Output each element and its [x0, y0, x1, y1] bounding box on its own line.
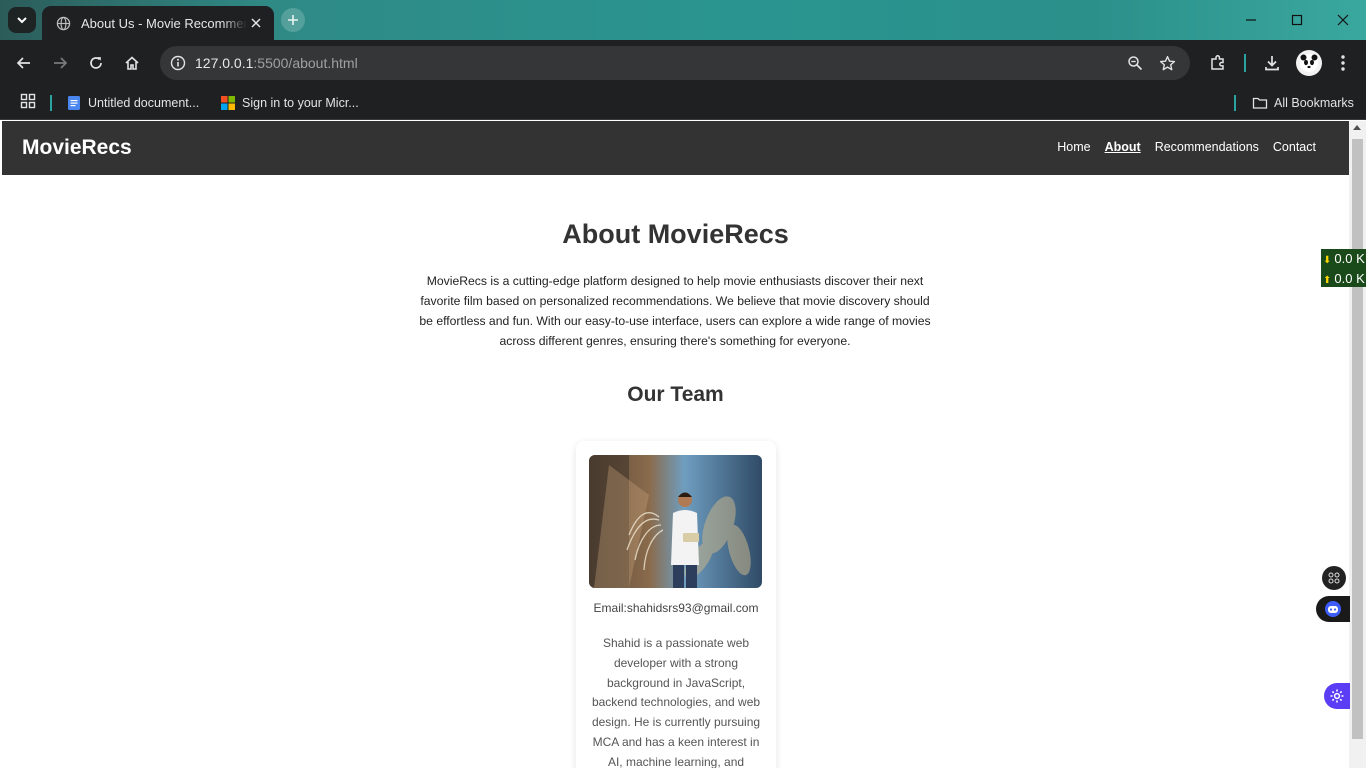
- bookmark-star-button[interactable]: [1156, 52, 1178, 74]
- download-rate: 0.0 K: [1334, 251, 1365, 266]
- info-icon: [170, 55, 186, 71]
- menu-dots-icon: [1341, 55, 1345, 71]
- reload-button[interactable]: [84, 51, 108, 75]
- close-icon: [251, 18, 261, 28]
- scroll-thumb[interactable]: [1352, 139, 1363, 739]
- nav-link-recommendations[interactable]: Recommendations: [1155, 140, 1259, 154]
- upload-rate-row: ⬆ 0.0 K: [1323, 270, 1366, 287]
- bookmark-label: Sign in to your Micr...: [242, 96, 359, 110]
- site-header: MovieRecs Home About Recommendations Con…: [2, 121, 1349, 175]
- site-nav: Home About Recommendations Contact: [1057, 140, 1316, 154]
- back-button[interactable]: [12, 51, 36, 75]
- download-rate-row: ⬇ 0.0 K: [1323, 250, 1366, 270]
- url-text: 127.0.0.1:5500/about.html: [195, 55, 358, 71]
- minimize-button[interactable]: [1228, 0, 1274, 40]
- nav-link-home[interactable]: Home: [1057, 140, 1090, 154]
- microsoft-icon: [221, 96, 235, 110]
- star-icon: [1159, 55, 1175, 70]
- site-info-button[interactable]: [166, 51, 190, 75]
- bookmark-microsoft-signin[interactable]: Sign in to your Micr...: [220, 92, 359, 114]
- new-tab-button[interactable]: [281, 8, 305, 32]
- apps-grid-icon[interactable]: [20, 93, 36, 109]
- panda-avatar-icon: [1300, 54, 1318, 72]
- profile-avatar[interactable]: [1296, 50, 1322, 76]
- downloads-button[interactable]: [1260, 51, 1284, 75]
- toolbar-divider: [1244, 54, 1246, 72]
- chevron-down-icon: [17, 17, 27, 24]
- bookmark-untitled-document[interactable]: Untitled document...: [66, 92, 199, 114]
- about-heading: About MovieRecs: [562, 219, 789, 249]
- upload-arrow-icon: ⬆: [1323, 275, 1332, 286]
- floating-grid-button[interactable]: [1322, 566, 1346, 590]
- all-bookmarks-button[interactable]: All Bookmarks: [1252, 92, 1354, 114]
- home-icon: [125, 56, 139, 70]
- bookmark-divider: [50, 95, 52, 111]
- nav-link-contact[interactable]: Contact: [1273, 140, 1316, 154]
- team-member-bio: Shahid is a passionate web developer wit…: [591, 636, 761, 768]
- gear-icon: [1330, 689, 1344, 703]
- about-description: MovieRecs is a cutting-edge platform des…: [419, 274, 931, 348]
- all-bookmarks-label: All Bookmarks: [1274, 96, 1354, 110]
- url-path: :5500/about.html: [253, 55, 358, 71]
- url-host: 127.0.0.1: [195, 55, 254, 71]
- forward-icon: [54, 57, 68, 69]
- network-speed-meter: ⬇ 0.0 K ⬆ 0.0 K: [1321, 249, 1366, 287]
- plus-icon: [288, 15, 298, 25]
- nav-link-about[interactable]: About: [1105, 140, 1141, 154]
- team-heading: Our Team: [627, 383, 724, 406]
- close-icon: [1337, 14, 1349, 26]
- window-controls: [1228, 0, 1366, 40]
- close-tab-button[interactable]: [248, 15, 264, 31]
- tab-title: About Us - Movie Recommendations: [81, 15, 247, 31]
- maximize-button[interactable]: [1274, 0, 1320, 40]
- zoom-icon: [1128, 56, 1143, 71]
- tab-search-button[interactable]: [8, 7, 36, 33]
- address-bar[interactable]: 127.0.0.1:5500/about.html: [160, 46, 1190, 80]
- download-arrow-icon: ⬇: [1323, 255, 1332, 266]
- reload-icon: [90, 57, 102, 69]
- minimize-icon: [1246, 19, 1256, 21]
- active-tab[interactable]: About Us - Movie Recommendations: [42, 6, 274, 40]
- site-logo[interactable]: MovieRecs: [22, 136, 132, 160]
- page-viewport: MovieRecs Home About Recommendations Con…: [2, 121, 1349, 768]
- home-button[interactable]: [120, 51, 144, 75]
- upload-rate: 0.0 K: [1334, 271, 1365, 286]
- browser-toolbar: 127.0.0.1:5500/about.html: [0, 40, 1366, 86]
- folder-icon: [1252, 97, 1268, 109]
- tab-strip: About Us - Movie Recommendations: [0, 0, 1366, 40]
- team-member-card: Email:shahidsrs93@gmail.com Shahid is a …: [576, 441, 776, 768]
- docs-icon: [68, 96, 80, 110]
- floating-settings-button[interactable]: [1324, 683, 1350, 709]
- page-scrollbar[interactable]: [1349, 121, 1366, 768]
- bookmark-divider: [1234, 95, 1236, 111]
- person-photo-illustration: [589, 455, 762, 588]
- team-member-email: Email:shahidsrs93@gmail.com: [593, 601, 759, 615]
- download-icon: [1265, 56, 1279, 71]
- floating-assistant-button[interactable]: [1316, 596, 1350, 622]
- robot-icon: [1325, 601, 1341, 617]
- forward-button[interactable]: [48, 51, 72, 75]
- zoom-button[interactable]: [1124, 52, 1146, 74]
- extensions-button[interactable]: [1206, 51, 1230, 75]
- scroll-up-arrow[interactable]: [1353, 125, 1361, 130]
- globe-icon: [56, 16, 71, 30]
- team-member-photo: [589, 455, 762, 588]
- extensions-icon: [1211, 55, 1224, 70]
- bookmarks-bar: Untitled document... Sign in to your Mic…: [0, 86, 1366, 120]
- browser-menu-button[interactable]: [1331, 51, 1355, 75]
- bookmark-label: Untitled document...: [88, 96, 200, 110]
- grid-icon: [1328, 572, 1340, 584]
- close-window-button[interactable]: [1320, 0, 1366, 40]
- back-icon: [16, 57, 30, 69]
- maximize-icon: [1291, 14, 1303, 26]
